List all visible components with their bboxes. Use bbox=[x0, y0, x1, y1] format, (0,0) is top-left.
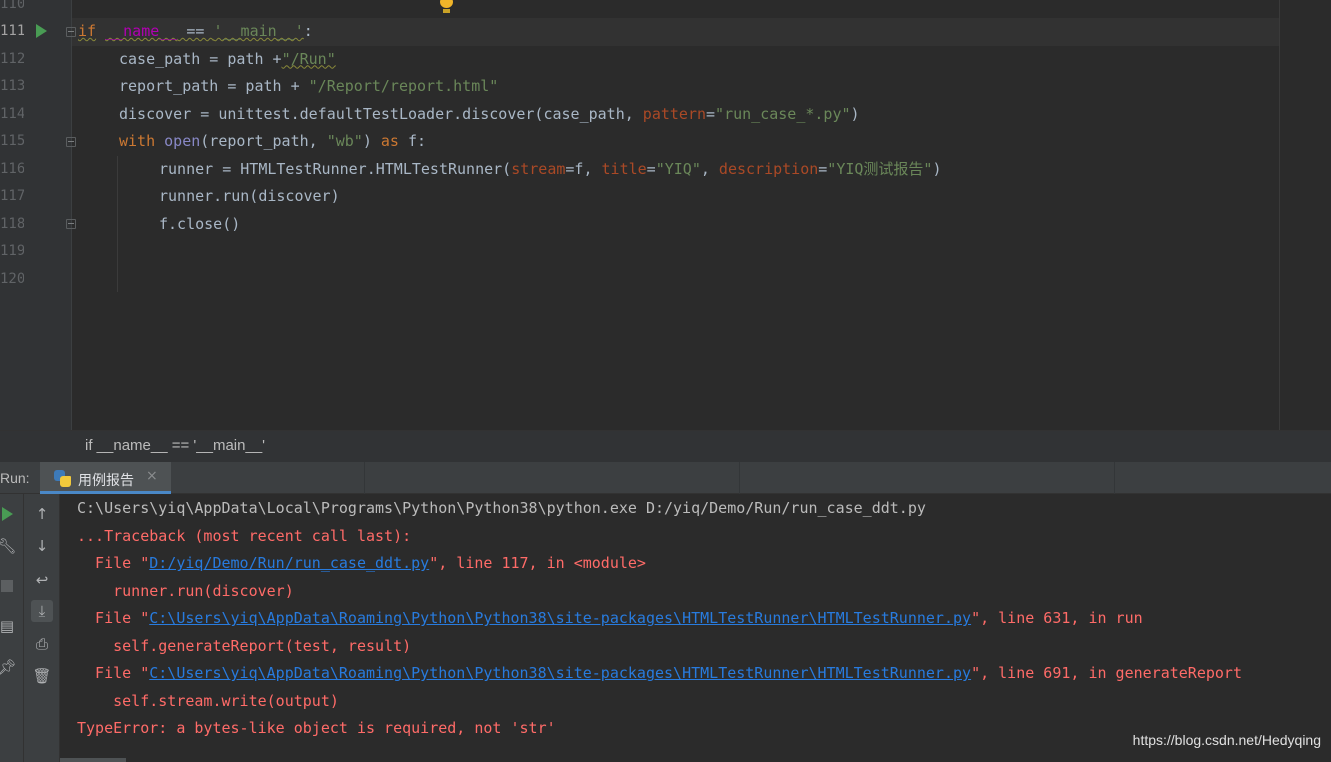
header-divider bbox=[739, 462, 740, 494]
line-number: 114 bbox=[0, 105, 24, 122]
run-config-tab-label: 用例报告 bbox=[78, 472, 134, 488]
breadcrumb[interactable]: if __name__ == '__main__' bbox=[0, 430, 1331, 462]
rerun-button[interactable] bbox=[0, 503, 18, 525]
file-link[interactable]: C:\Users\yiq\AppData\Roaming\Python\Pyth… bbox=[149, 664, 971, 682]
console-traceback-code: runner.run(discover) bbox=[77, 581, 294, 600]
console-traceback-header: ...Traceback (most recent call last): bbox=[77, 526, 412, 545]
print-icon[interactable]: ⎙ bbox=[31, 633, 53, 655]
python-icon bbox=[54, 470, 71, 487]
run-toolbar-primary: 🔧︎ ▤ 📌︎ bbox=[0, 494, 24, 762]
stop-button[interactable] bbox=[0, 575, 18, 597]
console-traceback-frame: File "C:\Users\yiq\AppData\Roaming\Pytho… bbox=[77, 609, 1143, 627]
code-line-115: with open(report_path, "wb") as f: bbox=[119, 132, 427, 150]
line-number: 120 bbox=[0, 270, 24, 287]
line-number: 113 bbox=[0, 78, 24, 94]
console-traceback-frame: File "C:\Users\yiq\AppData\Roaming\Pytho… bbox=[77, 664, 1242, 682]
line-number: 115 bbox=[0, 133, 24, 149]
trash-icon[interactable]: 🗑︎ bbox=[31, 665, 53, 687]
line-number: 111 bbox=[0, 23, 24, 39]
arrow-up-icon[interactable]: ↑ bbox=[31, 503, 53, 525]
file-link[interactable]: C:\Users\yiq\AppData\Roaming\Python\Pyth… bbox=[149, 609, 971, 627]
code-line-111: if __name__ == '__main__': bbox=[78, 22, 313, 40]
layout-icon[interactable]: ▤ bbox=[0, 615, 18, 637]
fold-marker-icon[interactable] bbox=[66, 219, 76, 229]
arrow-down-icon[interactable]: ↓ bbox=[31, 535, 53, 557]
line-number: 119 bbox=[0, 243, 24, 259]
code-editor[interactable]: 110 111 112 113 114 115 116 117 118 119 … bbox=[0, 0, 1331, 430]
line-number: 116 bbox=[0, 160, 24, 177]
console-error-message: TypeError: a bytes-like object is requir… bbox=[77, 719, 556, 737]
header-divider bbox=[364, 462, 365, 494]
line-number: 112 bbox=[0, 50, 24, 67]
code-line-118: f.close() bbox=[159, 214, 241, 233]
code-line-116: runner = HTMLTestRunner.HTMLTestRunner(s… bbox=[159, 159, 942, 178]
close-icon[interactable]: × bbox=[146, 468, 158, 484]
console-traceback-code: self.generateReport(test, result) bbox=[77, 636, 412, 655]
line-number: 117 bbox=[0, 188, 24, 204]
scroll-to-end-icon[interactable]: ⤓ bbox=[31, 600, 53, 622]
file-link[interactable]: D:/yiq/Demo/Run/run_case_ddt.py bbox=[149, 554, 429, 572]
console-traceback-code: self.stream.write(output) bbox=[77, 691, 339, 710]
run-gutter-icon[interactable] bbox=[36, 24, 47, 38]
horizontal-scrollbar[interactable] bbox=[60, 758, 126, 762]
editor-gutter[interactable]: 110 111 112 113 114 115 116 117 118 119 … bbox=[0, 0, 76, 430]
indent-guide bbox=[117, 156, 118, 292]
run-config-tab[interactable]: 用例报告 × bbox=[40, 462, 171, 494]
line-number: 110 bbox=[0, 0, 24, 12]
header-divider bbox=[1114, 462, 1115, 494]
breadcrumb-item[interactable]: if __name__ == '__main__' bbox=[85, 437, 265, 454]
code-line-117: runner.run(discover) bbox=[159, 187, 340, 205]
console-command-line: C:\Users\yiq\AppData\Local\Programs\Pyth… bbox=[77, 499, 926, 517]
pin-icon[interactable]: 📌︎ bbox=[0, 656, 18, 678]
soft-wrap-icon[interactable]: ↩ bbox=[31, 569, 53, 591]
run-toolbar-secondary: ↑ ↓ ↩ ⤓ ⎙ 🗑︎ bbox=[24, 494, 60, 762]
fold-marker-icon[interactable] bbox=[66, 27, 76, 37]
watermark: https://blog.csdn.net/Hedyqing bbox=[1132, 732, 1321, 748]
play-icon bbox=[1, 507, 13, 521]
right-margin-guide bbox=[1279, 0, 1280, 430]
run-panel-label: Run: bbox=[0, 470, 30, 486]
console-traceback-frame: File "D:/yiq/Demo/Run/run_case_ddt.py", … bbox=[77, 554, 646, 572]
lightbulb-icon[interactable] bbox=[440, 0, 454, 14]
code-line-112: case_path = path +"/Run" bbox=[119, 49, 336, 68]
run-tool-window-header: Run: 用例报告 × bbox=[0, 462, 1331, 494]
fold-marker-icon[interactable] bbox=[66, 137, 76, 147]
code-line-114: discover = unittest.defaultTestLoader.di… bbox=[119, 104, 860, 123]
run-console[interactable]: C:\Users\yiq\AppData\Local\Programs\Pyth… bbox=[61, 494, 1331, 762]
line-number: 118 bbox=[0, 215, 24, 232]
stop-icon bbox=[1, 580, 13, 592]
wrench-icon[interactable]: 🔧︎ bbox=[0, 535, 18, 557]
code-line-113: report_path = path + "/Report/report.htm… bbox=[119, 77, 499, 95]
